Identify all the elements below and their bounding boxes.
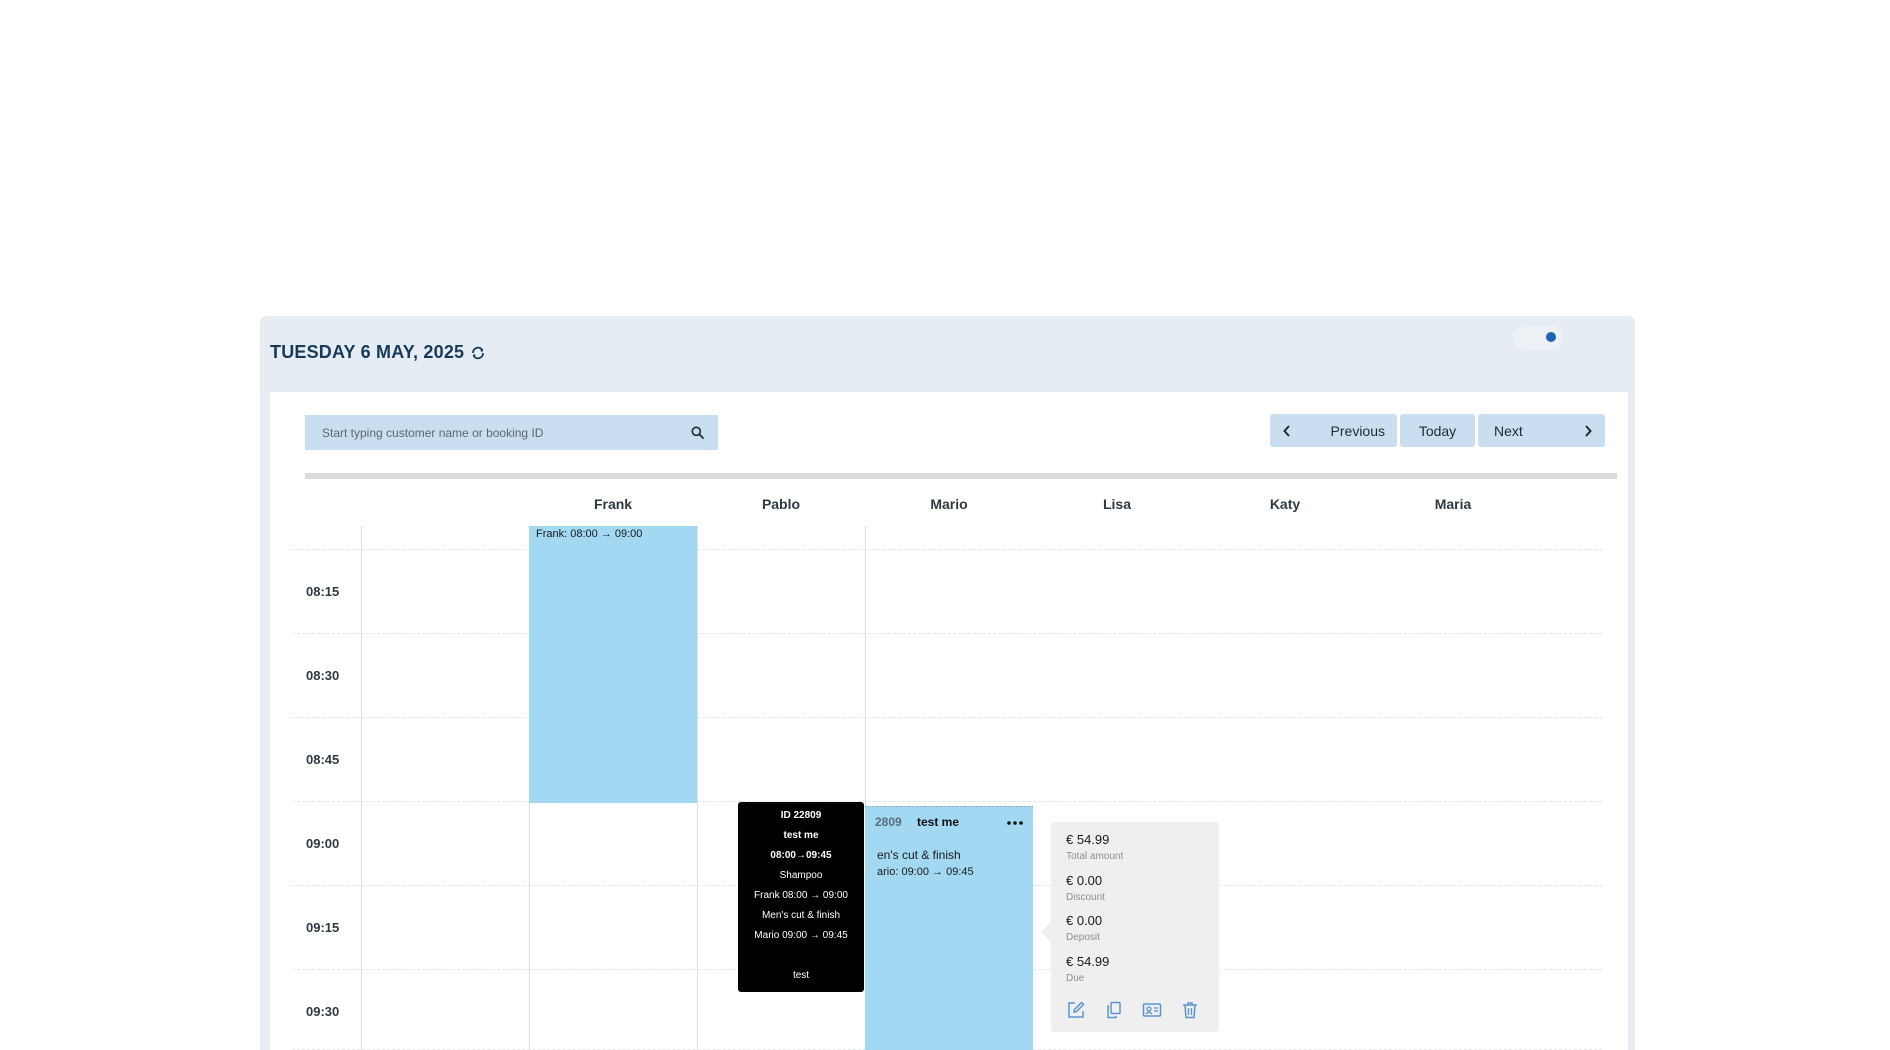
time-label: 08:15 <box>306 584 340 599</box>
staff-name-maria[interactable]: Maria <box>1369 496 1537 512</box>
slot-divider <box>292 633 1602 634</box>
payment-popover: € 54.99 Total amount € 0.00 Discount € 0… <box>1041 822 1219 1032</box>
appointment-frank[interactable]: Frank: 08:00 → 09:00 <box>529 526 697 803</box>
time-label: 08:45 <box>306 752 340 767</box>
date-navigation: Previous Today Next <box>1270 414 1605 447</box>
column-divider <box>361 526 362 1050</box>
staff-name-lisa[interactable]: Lisa <box>1033 496 1201 512</box>
booking-tooltip: ID 22809 test me 08:00→09:45 Shampoo Fra… <box>738 802 864 992</box>
chevron-right-icon <box>1585 424 1592 437</box>
more-options-icon[interactable] <box>1007 821 1023 825</box>
date-title: TUESDAY 6 MAY, 2025 <box>270 342 465 362</box>
customer-name: test me <box>917 815 960 829</box>
trash-icon[interactable] <box>1180 1000 1200 1020</box>
today-button[interactable]: Today <box>1400 414 1475 447</box>
staff-name-pablo[interactable]: Pablo <box>697 496 865 512</box>
contact-card-icon[interactable] <box>1142 1000 1162 1020</box>
today-label: Today <box>1418 422 1457 439</box>
tooltip-id: ID 22809 <box>780 810 822 821</box>
chevron-left-icon <box>1283 424 1290 437</box>
edit-icon[interactable] <box>1066 1000 1086 1020</box>
popover-arrow <box>1041 922 1051 942</box>
toggle-knob <box>1546 332 1556 342</box>
deposit-label: Deposit <box>1066 932 1100 943</box>
appointment-mario[interactable]: 2809 test me en's cut & finish ario: 09:… <box>865 806 1033 1050</box>
staff-name-katy[interactable]: Katy <box>1201 496 1369 512</box>
next-label: Next <box>1494 422 1523 439</box>
staff-name-mario[interactable]: Mario <box>865 496 1033 512</box>
previous-button[interactable]: Previous <box>1270 414 1397 447</box>
search-icon[interactable] <box>691 426 704 439</box>
search-bar <box>305 415 718 450</box>
refresh-icon[interactable] <box>470 345 486 361</box>
date-heading: TUESDAY 6 MAY, 2025 <box>270 342 486 363</box>
discount-amount: € 0.00 <box>1066 873 1103 888</box>
service-name: en's cut & finish <box>877 848 961 862</box>
previous-label: Previous <box>1330 422 1385 439</box>
slot-divider <box>292 717 1602 718</box>
due-label: Due <box>1066 973 1085 984</box>
deposit-amount: € 0.00 <box>1066 913 1103 928</box>
time-label: 09:00 <box>306 836 340 851</box>
tooltip-note: test <box>792 970 810 981</box>
staff-name-frank[interactable]: Frank <box>529 496 697 512</box>
booking-id: 2809 <box>875 815 902 829</box>
time-label: 09:30 <box>306 1004 340 1019</box>
total-amount: € 54.99 <box>1066 832 1110 847</box>
due-amount: € 54.99 <box>1066 954 1110 969</box>
calendar-body: Previous Today Next Frank Pablo Mario Li… <box>270 392 1628 1050</box>
schedule-grid[interactable]: 08:15 08:30 08:45 09:00 09:15 09:30 Fran… <box>292 526 1602 1050</box>
tooltip-service: Men's cut & finish <box>761 910 841 921</box>
tooltip-service: Shampoo <box>779 870 823 881</box>
copy-icon[interactable] <box>1104 1000 1124 1020</box>
staff-header-row: Frank Pablo Mario Lisa Katy Maria <box>270 496 1628 516</box>
tooltip-service-staff: Frank 08:00 → 09:00 <box>754 890 848 901</box>
slot-divider <box>292 801 1602 802</box>
view-toggle[interactable] <box>1513 326 1563 350</box>
tooltip-service-staff: Mario 09:00 → 09:45 <box>754 930 848 941</box>
tooltip-customer: test me <box>783 830 819 841</box>
total-label: Total amount <box>1066 851 1124 862</box>
time-label: 08:30 <box>306 668 340 683</box>
slot-divider <box>292 549 1602 550</box>
time-label: 09:15 <box>306 920 340 935</box>
calendar-panel: TUESDAY 6 MAY, 2025 Previous <box>260 316 1635 1050</box>
booking-actions <box>1066 1000 1200 1020</box>
service-time: ario: 09:00 → 09:45 <box>877 866 974 878</box>
discount-label: Discount <box>1066 892 1105 903</box>
column-divider <box>697 526 698 1050</box>
search-input[interactable] <box>320 424 691 441</box>
header-divider <box>305 473 1617 479</box>
appointment-label: Frank: 08:00 → 09:00 <box>536 528 643 540</box>
next-button[interactable]: Next <box>1478 414 1605 447</box>
tooltip-time: 08:00→09:45 <box>770 850 832 861</box>
